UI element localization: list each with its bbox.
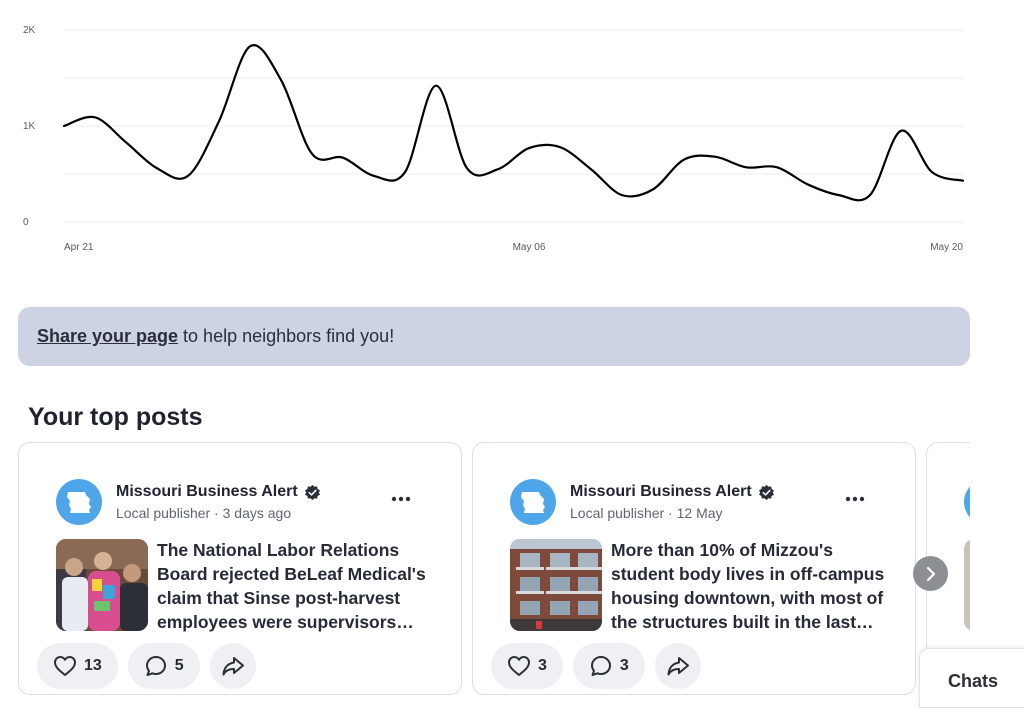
share-icon bbox=[667, 657, 689, 676]
more-options-button[interactable] bbox=[387, 489, 415, 509]
share-button[interactable] bbox=[654, 643, 701, 689]
views-chart: 0 1K 2K Apr 21 May 06 May 20 bbox=[23, 25, 966, 253]
chats-button[interactable]: Chats bbox=[919, 648, 1024, 708]
data-point[interactable] bbox=[960, 178, 966, 184]
y-tick-label: 2K bbox=[23, 25, 36, 36]
data-point[interactable] bbox=[433, 83, 439, 89]
data-point[interactable] bbox=[402, 169, 408, 175]
x-tick-label: Apr 21 bbox=[64, 242, 94, 253]
data-point[interactable] bbox=[216, 118, 222, 124]
post-thumbnail[interactable] bbox=[510, 539, 602, 631]
post-card[interactable]: Missouri Business Alert Local publisher … bbox=[472, 442, 916, 695]
publisher-name[interactable]: Missouri Business Alert bbox=[116, 483, 321, 501]
data-point[interactable] bbox=[278, 77, 284, 83]
data-point[interactable] bbox=[495, 166, 501, 172]
post-text[interactable]: The National Labor Relations Board rejec… bbox=[157, 538, 432, 634]
data-point[interactable] bbox=[619, 192, 625, 198]
data-point[interactable] bbox=[557, 144, 563, 150]
share-page-text: to help neighbors find you! bbox=[183, 326, 395, 346]
post-photo-building bbox=[510, 539, 602, 631]
y-tick-label: 1K bbox=[23, 121, 36, 132]
like-count: 13 bbox=[84, 657, 102, 674]
post-card[interactable]: Missouri Business Alert Local publisher … bbox=[18, 442, 462, 695]
comment-icon bbox=[145, 656, 166, 676]
more-icon bbox=[845, 496, 865, 502]
comment-icon bbox=[590, 656, 611, 676]
chevron-right-icon bbox=[926, 566, 935, 581]
post-thumbnail[interactable] bbox=[56, 539, 148, 631]
heart-icon bbox=[54, 656, 76, 676]
data-point[interactable] bbox=[898, 128, 904, 134]
post-text[interactable]: More than 10% of Mizzou's student body l… bbox=[611, 538, 886, 634]
like-count: 3 bbox=[538, 657, 547, 674]
like-button[interactable]: 3 bbox=[491, 643, 563, 689]
missouri-state-icon bbox=[67, 492, 91, 513]
data-point[interactable] bbox=[526, 145, 532, 151]
data-point[interactable] bbox=[309, 151, 315, 157]
data-point[interactable] bbox=[712, 154, 718, 160]
data-point[interactable] bbox=[774, 164, 780, 170]
verified-badge-icon bbox=[758, 484, 774, 500]
series-line bbox=[62, 43, 965, 202]
data-point[interactable] bbox=[836, 192, 842, 198]
data-point[interactable] bbox=[464, 165, 470, 171]
data-point[interactable] bbox=[805, 182, 811, 188]
post-header: Missouri Business Alert Local publisher … bbox=[56, 479, 431, 527]
top-posts-carousel: Missouri Business Alert Local publisher … bbox=[18, 442, 970, 696]
missouri-state-icon bbox=[521, 492, 545, 513]
data-point[interactable] bbox=[743, 164, 749, 170]
data-point[interactable] bbox=[650, 186, 656, 192]
post-meta: Local publisher · 12 May bbox=[570, 505, 723, 521]
comment-count: 3 bbox=[619, 657, 629, 674]
section-title: Your top posts bbox=[28, 403, 203, 431]
comment-button[interactable]: 5 bbox=[127, 643, 200, 689]
share-button[interactable] bbox=[209, 643, 256, 689]
x-tick-label: May 20 bbox=[930, 242, 963, 253]
post-actions: 13 5 bbox=[37, 643, 256, 689]
data-point[interactable] bbox=[92, 114, 98, 120]
heart-icon bbox=[508, 656, 530, 676]
post-thumbnail[interactable] bbox=[964, 539, 970, 631]
data-point[interactable] bbox=[247, 43, 253, 49]
publisher-avatar[interactable] bbox=[56, 479, 102, 525]
data-point[interactable] bbox=[588, 166, 594, 172]
comment-count: 5 bbox=[174, 657, 184, 674]
data-point[interactable] bbox=[371, 173, 377, 179]
more-icon bbox=[391, 496, 411, 502]
post-photo-people bbox=[56, 539, 148, 631]
data-point[interactable] bbox=[340, 155, 346, 161]
data-point[interactable] bbox=[154, 165, 160, 171]
carousel-next-button[interactable] bbox=[913, 556, 948, 591]
data-point[interactable] bbox=[929, 169, 935, 175]
share-page-link[interactable]: Share your page bbox=[37, 326, 178, 347]
data-point[interactable] bbox=[867, 192, 873, 198]
share-icon bbox=[222, 657, 244, 676]
post-actions: 3 3 bbox=[491, 643, 701, 689]
data-point[interactable] bbox=[61, 123, 67, 129]
verified-badge-icon bbox=[304, 484, 320, 500]
share-page-banner: Share your page to help neighbors find y… bbox=[18, 307, 970, 366]
data-point[interactable] bbox=[185, 173, 191, 179]
more-options-button[interactable] bbox=[841, 489, 869, 509]
like-button[interactable]: 13 bbox=[37, 643, 118, 689]
y-tick-label: 0 bbox=[23, 217, 29, 228]
post-header: Missouri Business Alert Local publisher … bbox=[510, 479, 885, 527]
post-meta: Local publisher · 3 days ago bbox=[116, 505, 292, 521]
publisher-name[interactable]: Missouri Business Alert bbox=[570, 483, 775, 501]
data-point[interactable] bbox=[681, 157, 687, 163]
comment-button[interactable]: 3 bbox=[572, 643, 645, 689]
publisher-avatar[interactable] bbox=[964, 479, 970, 525]
data-point[interactable] bbox=[123, 139, 129, 145]
x-tick-label: May 06 bbox=[513, 242, 546, 253]
publisher-avatar[interactable] bbox=[510, 479, 556, 525]
